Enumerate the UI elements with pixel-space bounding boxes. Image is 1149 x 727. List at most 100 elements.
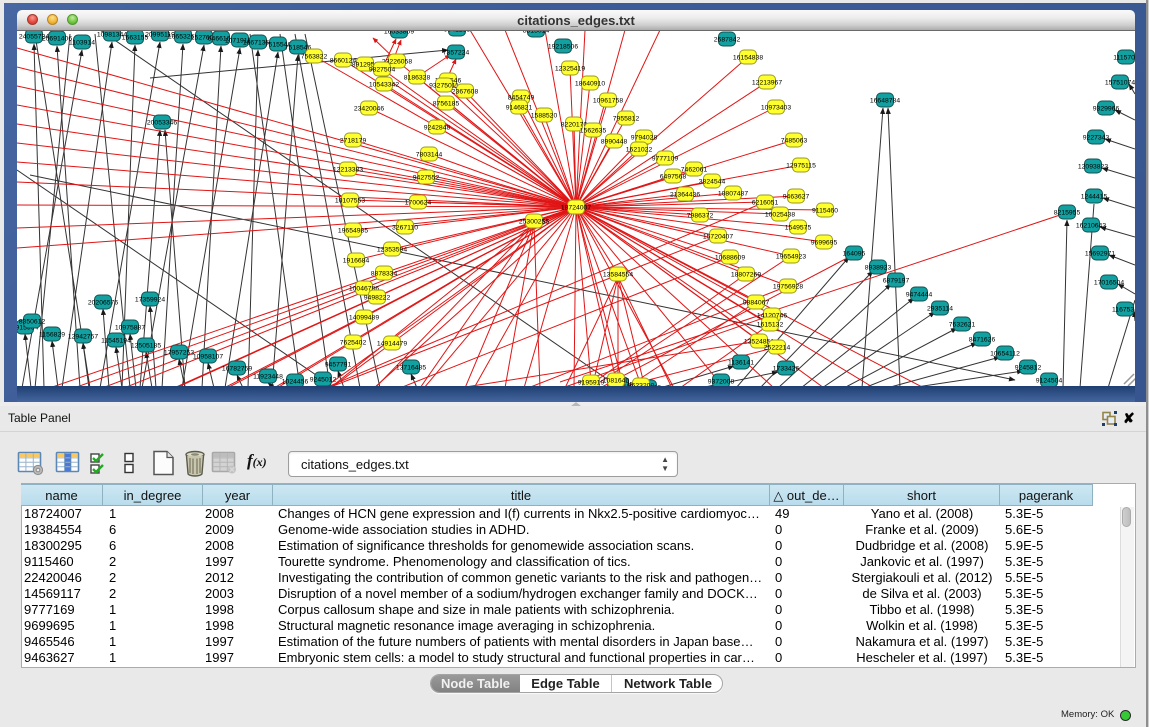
svg-text:8938923: 8938923 xyxy=(865,264,892,271)
svg-text:20206576: 20206576 xyxy=(88,299,118,306)
svg-text:10975887: 10975887 xyxy=(115,324,145,331)
svg-text:1024456: 1024456 xyxy=(282,378,309,385)
svg-text:1167534: 1167534 xyxy=(1112,306,1135,313)
svg-text:12213383: 12213383 xyxy=(333,166,363,173)
svg-text:8350612: 8350612 xyxy=(19,318,46,325)
svg-text:9884067: 9884067 xyxy=(743,299,770,306)
svg-text:18724007: 18724007 xyxy=(561,204,591,211)
svg-text:1549575: 1549575 xyxy=(785,224,812,231)
svg-text:16033809: 16033809 xyxy=(384,31,414,35)
svg-text:3267110: 3267110 xyxy=(392,224,418,231)
svg-text:9124504: 9124504 xyxy=(1036,377,1063,384)
svg-text:8471626: 8471626 xyxy=(969,336,996,343)
svg-text:1588520: 1588520 xyxy=(531,112,558,119)
svg-text:16154838: 16154838 xyxy=(733,54,763,61)
svg-text:8186328: 8186328 xyxy=(404,74,431,81)
svg-text:8756185: 8756185 xyxy=(433,100,460,107)
svg-text:7986372: 7986372 xyxy=(687,212,714,219)
svg-text:8990448: 8990448 xyxy=(601,138,628,145)
svg-text:1615132: 1615132 xyxy=(757,321,784,328)
svg-text:25300255: 25300255 xyxy=(519,218,549,225)
svg-text:1136141: 1136141 xyxy=(728,359,754,366)
svg-text:13716485: 13716485 xyxy=(396,364,426,371)
svg-text:12093823: 12093823 xyxy=(1078,163,1108,170)
svg-text:8813014: 8813014 xyxy=(523,31,550,34)
svg-text:18807269: 18807269 xyxy=(731,271,761,278)
svg-text:19654923: 19654923 xyxy=(776,253,806,260)
svg-text:2687842: 2687842 xyxy=(714,36,741,43)
svg-text:9457791: 9457791 xyxy=(325,361,352,368)
svg-text:16210643: 16210643 xyxy=(1076,222,1106,229)
svg-text:19654985: 19654985 xyxy=(338,227,368,234)
svg-text:19756928: 19756928 xyxy=(773,283,803,290)
svg-text:15720407: 15720407 xyxy=(703,233,733,240)
svg-text:19218506: 19218506 xyxy=(548,43,578,50)
svg-text:9474444: 9474444 xyxy=(906,291,933,298)
svg-text:2718179: 2718179 xyxy=(340,137,367,144)
svg-text:1733426: 1733426 xyxy=(773,365,800,372)
svg-text:1562635: 1562635 xyxy=(580,127,607,134)
svg-text:12353594: 12353594 xyxy=(377,246,407,253)
svg-text:9041233: 9041233 xyxy=(444,31,471,33)
svg-text:10543342: 10543342 xyxy=(369,81,399,88)
svg-text:9463627: 9463627 xyxy=(783,193,810,200)
svg-text:20053346: 20053346 xyxy=(147,119,177,126)
svg-text:10958107: 10958107 xyxy=(193,353,223,360)
svg-text:13584554: 13584554 xyxy=(603,271,633,278)
svg-text:7803144: 7803144 xyxy=(416,151,443,158)
svg-text:1103914: 1103914 xyxy=(69,39,95,46)
svg-text:6497568: 6497568 xyxy=(660,173,687,180)
svg-text:9245012: 9245012 xyxy=(310,376,337,383)
svg-text:10961758: 10961758 xyxy=(593,97,623,104)
svg-text:7625402: 7625402 xyxy=(340,339,367,346)
svg-text:164095: 164095 xyxy=(843,250,866,257)
svg-text:10688609: 10688609 xyxy=(715,254,745,261)
svg-text:15692971: 15692971 xyxy=(1085,250,1115,257)
svg-text:6879197: 6879197 xyxy=(883,277,910,284)
svg-text:7955812: 7955812 xyxy=(613,115,640,122)
svg-text:9427552: 9427552 xyxy=(413,174,440,181)
svg-text:9242848: 9242848 xyxy=(424,124,451,131)
svg-text:21364436: 21364436 xyxy=(670,191,700,198)
svg-text:7563822: 7563822 xyxy=(301,53,328,60)
svg-text:12942757: 12942757 xyxy=(68,333,98,340)
svg-text:14099489: 14099489 xyxy=(349,314,379,321)
svg-text:9227343: 9227343 xyxy=(1083,134,1110,141)
svg-text:12505185: 12505185 xyxy=(131,342,161,349)
svg-text:9777109: 9777109 xyxy=(652,155,679,162)
svg-text:20691406: 20691406 xyxy=(42,35,72,42)
svg-text:16648784: 16648784 xyxy=(870,97,900,104)
svg-text:2367608: 2367608 xyxy=(452,88,479,95)
svg-text:23420046: 23420046 xyxy=(354,105,384,112)
svg-text:9146821: 9146821 xyxy=(506,104,533,111)
svg-text:9372008: 9372008 xyxy=(708,378,735,385)
svg-text:9115460: 9115460 xyxy=(812,207,838,214)
svg-text:8215955: 8215955 xyxy=(1054,209,1081,216)
svg-text:15751074: 15751074 xyxy=(1105,79,1135,86)
svg-text:10973403: 10973403 xyxy=(761,104,791,111)
svg-text:1115704: 1115704 xyxy=(1113,54,1135,61)
svg-text:10807487: 10807487 xyxy=(718,190,748,197)
svg-text:7357224: 7357224 xyxy=(443,49,470,56)
svg-text:11923448: 11923448 xyxy=(253,373,283,380)
svg-text:9827504: 9827504 xyxy=(369,66,396,73)
svg-text:9329966: 9329966 xyxy=(1093,105,1120,112)
svg-text:12325419: 12325419 xyxy=(555,65,585,72)
svg-text:17957253: 17957253 xyxy=(164,349,194,356)
svg-text:7485063: 7485063 xyxy=(781,137,808,144)
svg-text:8878334: 8878334 xyxy=(371,270,398,277)
svg-text:2522214: 2522214 xyxy=(764,344,791,351)
svg-text:10654112: 10654112 xyxy=(990,350,1020,357)
svg-text:10107553: 10107553 xyxy=(335,197,365,204)
svg-text:9794028: 9794028 xyxy=(631,134,658,141)
svg-text:9699695: 9699695 xyxy=(811,239,838,246)
svg-text:11545194: 11545194 xyxy=(101,337,131,344)
svg-text:12213967: 12213967 xyxy=(752,79,782,86)
svg-text:6216051: 6216051 xyxy=(752,199,779,206)
svg-text:9498222: 9498222 xyxy=(364,294,391,301)
svg-text:2935114: 2935114 xyxy=(927,305,953,312)
svg-text:18640910: 18640910 xyxy=(575,80,605,87)
svg-text:1916684: 1916684 xyxy=(343,257,370,264)
svg-text:9245812: 9245812 xyxy=(1015,364,1042,371)
svg-text:12975115: 12975115 xyxy=(786,162,816,169)
